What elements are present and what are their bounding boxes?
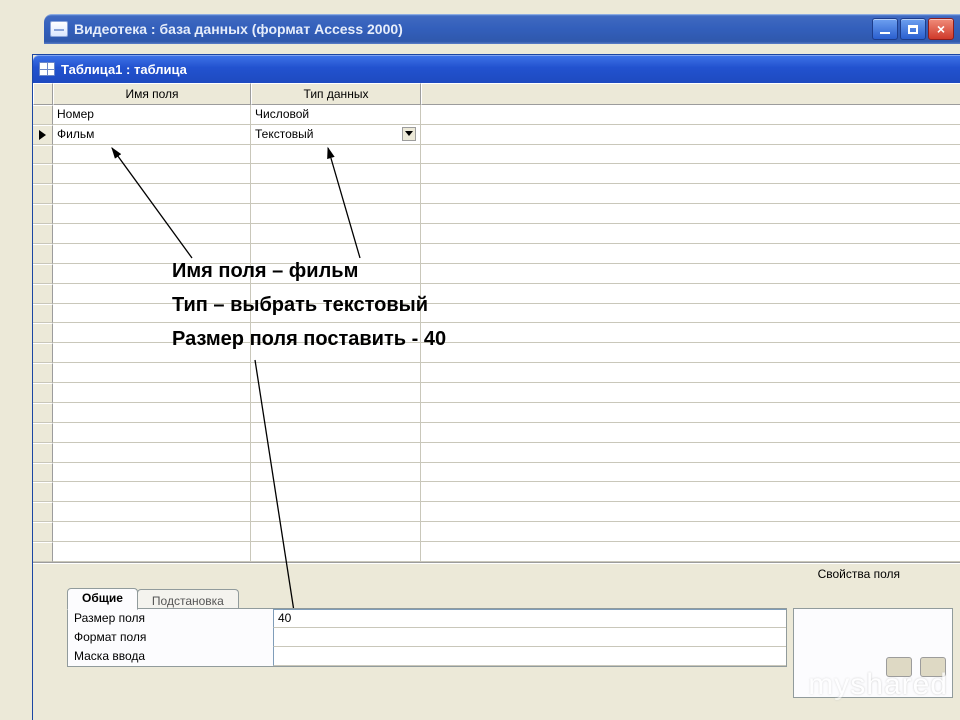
field-row-empty[interactable] [33, 323, 960, 343]
child-window-titlebar[interactable]: Таблица1 : таблица [33, 55, 960, 83]
prop-label-fieldsize: Размер поля [68, 609, 273, 628]
field-row-empty[interactable] [33, 423, 960, 443]
table-designer-window: Таблица1 : таблица Имя поля Тип данных Н… [32, 54, 960, 720]
column-header-fieldname[interactable]: Имя поля [53, 83, 251, 105]
child-window-title: Таблица1 : таблица [61, 62, 187, 77]
cell-fieldname[interactable]: Номер [53, 105, 251, 125]
cell-description[interactable] [421, 105, 960, 125]
maximize-button[interactable] [900, 18, 926, 40]
grid-corner[interactable] [33, 83, 53, 105]
field-row[interactable]: Фильм Текстовый [33, 125, 960, 145]
watermark: mymysharedshared [808, 668, 948, 702]
cell-datatype[interactable]: Текстовый [251, 125, 421, 145]
cell-datatype[interactable]: Числовой [251, 105, 421, 125]
field-design-grid: Имя поля Тип данных Номер Числовой Фильм… [33, 83, 960, 563]
parent-window-titlebar[interactable]: Видеотека : база данных (формат Access 2… [44, 14, 960, 44]
column-header-description[interactable] [421, 83, 960, 105]
field-row-empty[interactable] [33, 204, 960, 224]
parent-window-title: Видеотека : база данных (формат Access 2… [74, 21, 403, 37]
prop-value-format[interactable] [273, 628, 786, 647]
field-row-empty[interactable] [33, 482, 960, 502]
field-row-empty[interactable] [33, 145, 960, 165]
field-row-empty[interactable] [33, 343, 960, 363]
database-icon [50, 21, 68, 37]
field-row-empty[interactable] [33, 443, 960, 463]
minimize-button[interactable] [872, 18, 898, 40]
column-header-datatype[interactable]: Тип данных [251, 83, 421, 105]
cell-fieldname[interactable]: Фильм [53, 125, 251, 145]
properties-panel: Размер поля 40 Формат поля Маска ввода [67, 608, 787, 667]
field-row-empty[interactable] [33, 304, 960, 324]
field-row-empty[interactable] [33, 463, 960, 483]
field-row-empty[interactable] [33, 164, 960, 184]
cell-description[interactable] [421, 125, 960, 145]
field-row-empty[interactable] [33, 502, 960, 522]
prop-label-format: Формат поля [68, 628, 273, 647]
datatype-dropdown-icon[interactable] [402, 127, 416, 141]
field-row-empty[interactable] [33, 522, 960, 542]
field-row[interactable]: Номер Числовой [33, 105, 960, 125]
field-row-empty[interactable] [33, 542, 960, 562]
current-row-icon [39, 130, 46, 140]
field-row-empty[interactable] [33, 284, 960, 304]
field-row-empty[interactable] [33, 383, 960, 403]
field-row-empty[interactable] [33, 244, 960, 264]
field-row-empty[interactable] [33, 403, 960, 423]
table-icon [39, 62, 55, 76]
tab-general[interactable]: Общие [67, 588, 138, 610]
field-row-empty[interactable] [33, 264, 960, 284]
prop-value-fieldsize[interactable]: 40 [273, 609, 786, 628]
field-row-empty[interactable] [33, 224, 960, 244]
field-row-empty[interactable] [33, 184, 960, 204]
close-button[interactable]: × [928, 18, 954, 40]
row-selector[interactable] [33, 125, 53, 145]
prop-label-inputmask: Маска ввода [68, 647, 273, 666]
field-row-empty[interactable] [33, 363, 960, 383]
prop-value-inputmask[interactable] [273, 647, 786, 666]
properties-section-label: Свойства поля [33, 563, 960, 583]
row-selector[interactable] [33, 105, 53, 125]
